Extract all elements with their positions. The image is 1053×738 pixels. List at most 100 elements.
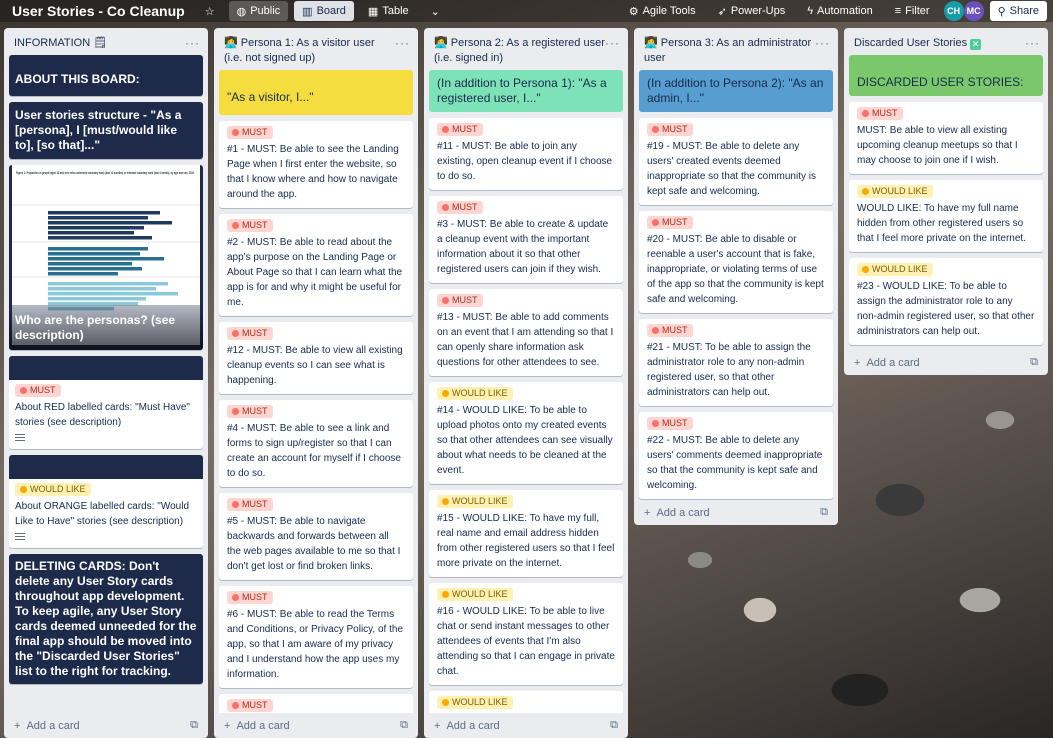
story-card[interactable]: MUST#7 - MUST: Expect what the interface xyxy=(219,694,413,713)
story-card[interactable]: MUST #22 - MUST: Be able to delete any us… xyxy=(639,412,833,499)
visibility-button[interactable]: ◍ Public xyxy=(228,1,289,21)
template-icon[interactable]: ⧉ xyxy=(610,719,618,732)
add-card-button[interactable]: + Add a card ⧉ xyxy=(424,713,628,738)
story-card[interactable]: MUST MUST: Be able to view all existing u… xyxy=(849,102,1043,174)
card-about[interactable]: ABOUT THIS BOARD: xyxy=(9,55,203,96)
card-title: #19 - MUST: Be able to delete any users'… xyxy=(647,141,816,197)
story-card[interactable]: MUST #4 - MUST: Be able to see a link and… xyxy=(219,400,413,487)
add-card-label: Add a card xyxy=(446,719,500,732)
dot-icon xyxy=(862,266,869,273)
list-header[interactable]: Discarded User Stories ✕ ··· xyxy=(844,28,1048,55)
list-title[interactable]: Discarded User Stories ✕ xyxy=(854,36,1025,51)
plus-icon: + xyxy=(224,719,231,732)
list-header[interactable]: 👩‍💻 Persona 3: As an administrator user … xyxy=(634,28,838,70)
label-text: MUST xyxy=(662,418,688,428)
dot-icon xyxy=(232,222,239,229)
card-must-info[interactable]: MUST About RED labelled cards: "Must Hav… xyxy=(9,356,203,449)
label-must: MUST xyxy=(437,294,483,307)
story-card[interactable]: WOULD LIKE WOULD LIKE: To have my full na… xyxy=(849,180,1043,252)
story-card[interactable]: MUST #1 - MUST: Be able to see the Landin… xyxy=(219,121,413,208)
card-would-info[interactable]: WOULD LIKE About ORANGE labelled cards: … xyxy=(9,455,203,548)
card-structure[interactable]: User stories structure - "As a [persona]… xyxy=(9,102,203,159)
views-dropdown-button[interactable]: ⌄ xyxy=(423,1,448,21)
story-card[interactable]: MUST #19 - MUST: Be able to delete any us… xyxy=(639,118,833,205)
list-menu-icon[interactable]: ··· xyxy=(815,36,830,51)
list-title[interactable]: 👩‍💻 Persona 1: As a visitor user (i.e. n… xyxy=(224,36,395,66)
story-card[interactable]: MUST #2 - MUST: Be able to read about the… xyxy=(219,214,413,316)
story-card[interactable]: MUST #20 - MUST: Be able to disable or re… xyxy=(639,211,833,313)
story-cards: MUST #1 - MUST: Be able to see the Landin… xyxy=(219,121,413,713)
label-text: MUST xyxy=(242,328,268,338)
list-title[interactable]: INFORMATION 🗒 xyxy=(14,36,185,51)
add-card-button[interactable]: + Add a card ⧉ xyxy=(214,713,418,738)
list-persona-1[interactable]: 👩‍💻 Persona 1: As a visitor user (i.e. n… xyxy=(214,28,418,738)
story-card[interactable]: WOULD LIKE #14 - WOULD LIKE: To be able t… xyxy=(429,382,623,484)
label-must: MUST xyxy=(227,405,273,418)
story-card[interactable]: MUST #11 - MUST: Be able to join any exis… xyxy=(429,118,623,190)
list-persona-3[interactable]: 👩‍💻 Persona 3: As an administrator user … xyxy=(634,28,838,525)
story-card[interactable]: MUST #13 - MUST: Be able to add comments … xyxy=(429,289,623,376)
add-card-button[interactable]: + Add a card ⧉ xyxy=(634,500,838,525)
list-menu-icon[interactable]: ··· xyxy=(605,36,620,51)
template-icon[interactable]: ⧉ xyxy=(820,506,828,519)
list-menu-icon[interactable]: ··· xyxy=(395,36,410,51)
story-card[interactable]: MUST #5 - MUST: Be able to navigate backw… xyxy=(219,493,413,580)
card-title: #21 - MUST: To be able to assign the adm… xyxy=(647,342,811,398)
card-persona-head[interactable]: (In addition to Persona 2): "As an admin… xyxy=(639,70,833,112)
list-information[interactable]: INFORMATION 🗒 ··· ABOUT THIS BOARD: User… xyxy=(4,28,208,738)
board-title[interactable]: User Stories - Co Cleanup xyxy=(6,3,191,19)
story-card[interactable]: MUST #6 - MUST: Be able to read the Terms… xyxy=(219,586,413,688)
description-icon xyxy=(15,434,25,441)
card-persona-head[interactable]: "As a visitor, I..." xyxy=(219,70,413,115)
list-header[interactable]: 👩‍💻 Persona 1: As a visitor user (i.e. n… xyxy=(214,28,418,70)
card-cover xyxy=(9,356,203,380)
label-must: MUST xyxy=(437,201,483,214)
share-button[interactable]: ⚲ Share xyxy=(989,1,1047,21)
star-button[interactable]: ☆ xyxy=(197,1,223,21)
add-card-button[interactable]: + Add a card ⧉ xyxy=(844,350,1048,375)
list-header[interactable]: 👩‍💻 Persona 2: As a registered user (i.e… xyxy=(424,28,628,70)
list-title[interactable]: 👩‍💻 Persona 2: As a registered user (i.e… xyxy=(434,36,605,66)
card-title: #4 - MUST: Be able to see a link and for… xyxy=(227,423,401,479)
story-card[interactable]: MUST #21 - MUST: To be able to assign the… xyxy=(639,319,833,406)
card-title: About RED labelled cards: "Must Have" st… xyxy=(15,402,190,428)
avatar[interactable]: MC xyxy=(963,1,984,21)
visibility-label: Public xyxy=(250,5,281,17)
label-text: WOULD LIKE xyxy=(452,388,508,398)
automation-button[interactable]: ϟ Automation xyxy=(799,1,880,21)
powerups-button[interactable]: ➶ Power-Ups xyxy=(710,1,794,21)
card-cover xyxy=(9,455,203,479)
template-icon[interactable]: ⧉ xyxy=(190,719,198,732)
board-view-button[interactable]: ▥ Board xyxy=(294,1,354,21)
list-title[interactable]: 👩‍💻 Persona 3: As an administrator user xyxy=(644,36,815,66)
story-card[interactable]: WOULD LIKE #15 - WOULD LIKE: To have my f… xyxy=(429,490,623,577)
person-icon: 👩‍💻 xyxy=(224,37,238,49)
template-icon[interactable]: ⧉ xyxy=(400,719,408,732)
story-card[interactable]: MUST #12 - MUST: Be able to view all exis… xyxy=(219,322,413,394)
card-deleting[interactable]: DELETING CARDS: Don't delete any User St… xyxy=(9,554,203,684)
story-card[interactable]: WOULD LIKE #16 - WOULD LIKE: To be able t… xyxy=(429,583,623,685)
template-icon[interactable]: ⧉ xyxy=(1030,356,1038,369)
avatar[interactable]: CH xyxy=(943,1,964,21)
card-discarded-head[interactable]: DISCARDED USER STORIES: xyxy=(849,55,1043,96)
list-header[interactable]: INFORMATION 🗒 ··· xyxy=(4,28,208,55)
plus-icon: + xyxy=(644,506,651,519)
table-view-button[interactable]: ▦ Table xyxy=(360,1,417,21)
agile-tools-button[interactable]: ⚙ Agile Tools xyxy=(621,1,704,21)
filter-button[interactable]: ≡ Filter xyxy=(887,1,938,21)
story-card[interactable]: WOULD LIKE #23 - WOULD LIKE: To be able t… xyxy=(849,258,1043,345)
list-persona-2[interactable]: 👩‍💻 Persona 2: As a registered user (i.e… xyxy=(424,28,628,738)
dot-icon xyxy=(442,204,449,211)
list-menu-icon[interactable]: ··· xyxy=(185,36,200,51)
story-card[interactable]: WOULD LIKE xyxy=(429,691,623,713)
card-personas[interactable]: Figure 1: Proportion of people aged 16 a… xyxy=(9,165,203,350)
story-card[interactable]: MUST #3 - MUST: Be able to create & updat… xyxy=(429,196,623,283)
list-discarded[interactable]: Discarded User Stories ✕ ··· DISCARDED U… xyxy=(844,28,1048,375)
dot-icon xyxy=(652,126,659,133)
card-persona-head[interactable]: (In addition to Persona 1): "As a regist… xyxy=(429,70,623,112)
list-menu-icon[interactable]: ··· xyxy=(1025,36,1040,51)
card-title: About ORANGE labelled cards: "Would Like… xyxy=(15,501,190,527)
card-list: DISCARDED USER STORIES: MUST MUST: Be abl… xyxy=(844,55,1048,350)
table-view-label: Table xyxy=(382,5,409,17)
add-card-button[interactable]: + Add a card ⧉ xyxy=(4,713,208,738)
